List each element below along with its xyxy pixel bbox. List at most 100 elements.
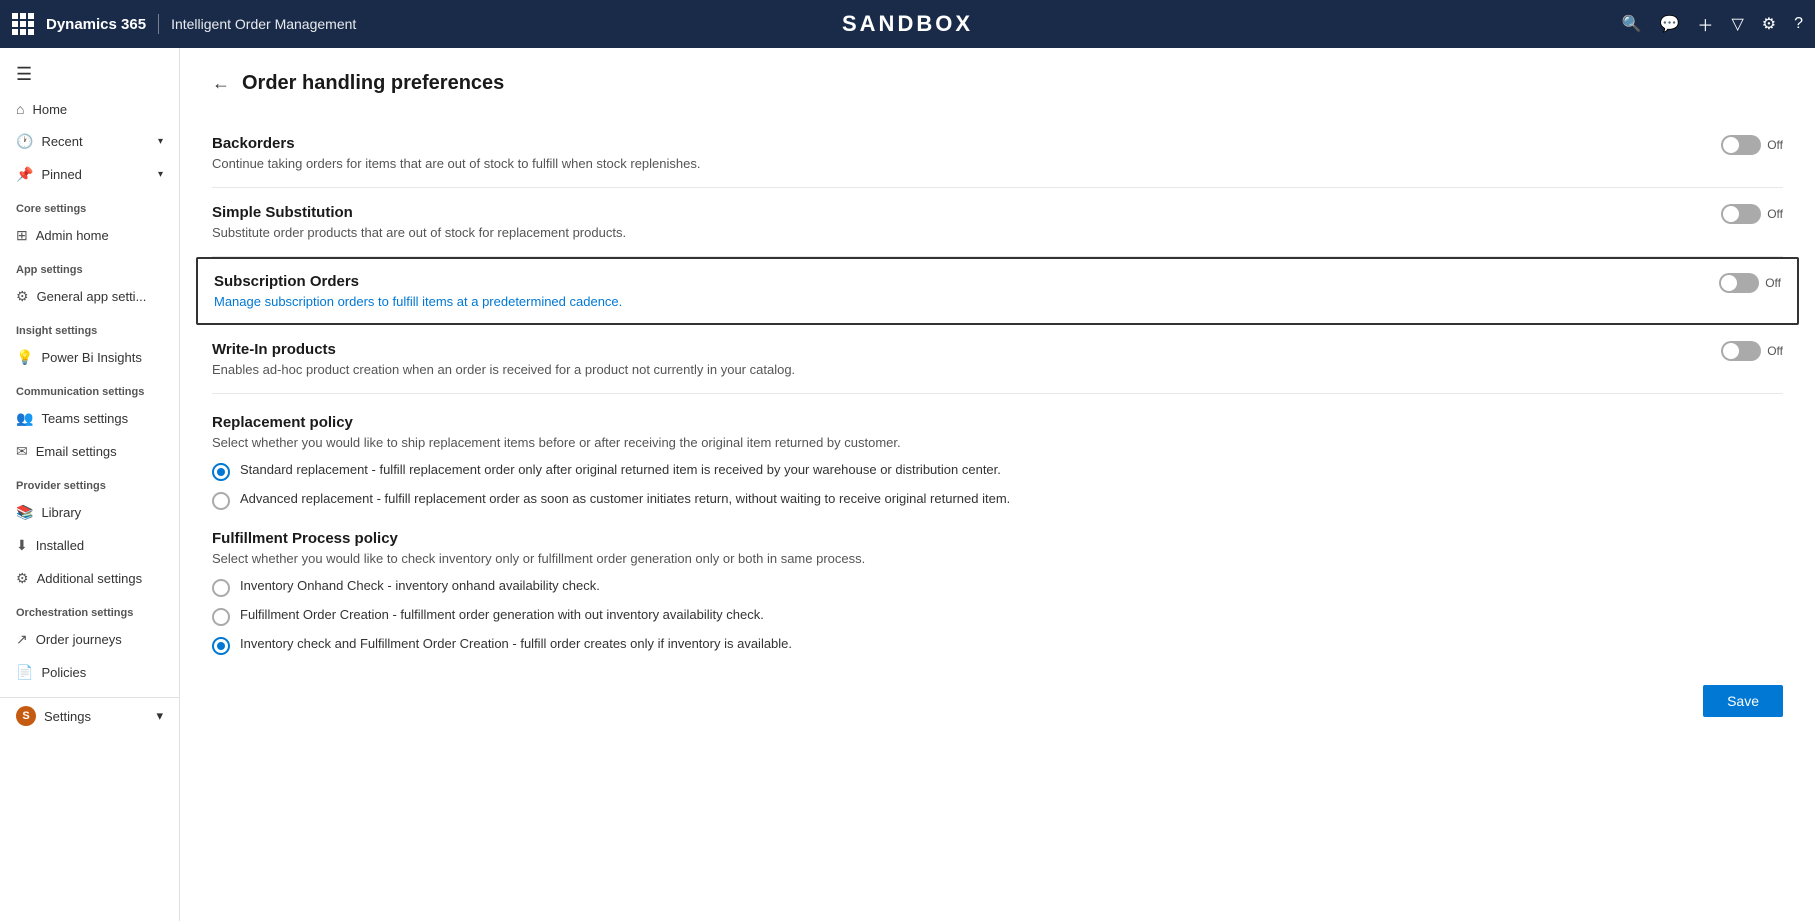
settings-icon[interactable]: ⚙ [1762,14,1776,34]
pin-icon: 📌 [16,166,33,183]
sidebar-item-order-journeys[interactable]: ↗ Order journeys [0,623,179,656]
subscription-orders-desc: Manage subscription orders to fulfill it… [214,294,1699,309]
gear-icon: ⚙ [16,288,29,305]
policies-icon: 📄 [16,664,33,681]
sidebar-item-general-app[interactable]: ⚙ General app setti... [0,280,179,313]
backorders-toggle-group: Off [1721,135,1783,155]
search-icon[interactable]: 🔍 [1622,14,1642,34]
replacement-standard-label: Standard replacement - fulfill replaceme… [240,462,1001,477]
sidebar-item-recent[interactable]: 🕐 Recent ▾ [0,125,179,158]
fulfillment-inventory-check-option: Inventory Onhand Check - inventory onhan… [212,578,1783,597]
sidebar-item-home[interactable]: ⌂ Home [0,93,179,125]
hamburger-menu[interactable]: ☰ [0,56,179,93]
recent-icon: 🕐 [16,133,33,150]
main-content: ← Order handling preferences Backorders … [180,48,1815,921]
fulfillment-order-creation-radio[interactable] [212,608,230,626]
email-icon: ✉ [16,443,28,460]
comm-settings-header: Communication settings [0,374,179,402]
sidebar-order-journeys-label: Order journeys [36,632,122,647]
teams-icon: 👥 [16,410,33,427]
backorders-name: Backorders [212,135,1701,152]
write-in-products-toggle-group: Off [1721,341,1783,361]
add-icon[interactable]: ＋ [1697,12,1713,36]
sidebar-item-settings[interactable]: S Settings ▾ [0,697,179,734]
sidebar-policies-label: Policies [41,665,86,680]
app-settings-header: App settings [0,252,179,280]
fulfillment-both-option: Inventory check and Fulfillment Order Cr… [212,636,1783,655]
simple-substitution-toggle-label: Off [1767,207,1783,221]
home-icon: ⌂ [16,101,24,117]
sidebar-library-label: Library [41,505,81,520]
additional-icon: ⚙ [16,570,29,587]
replacement-advanced-option: Advanced replacement - fulfill replaceme… [212,491,1783,510]
sidebar-item-installed[interactable]: ⬇ Installed [0,529,179,562]
sidebar-email-label: Email settings [36,444,117,459]
nav-divider [158,14,159,34]
write-in-products-toggle[interactable] [1721,341,1761,361]
fulfillment-policy-title: Fulfillment Process policy [212,530,1783,547]
save-button[interactable]: Save [1703,685,1783,717]
chevron-up-icon: ▾ [156,708,163,724]
fulfillment-both-radio[interactable] [212,637,230,655]
brand-name[interactable]: Dynamics 365 [46,16,146,33]
subscription-orders-toggle[interactable] [1719,273,1759,293]
sidebar-general-app-label: General app setti... [37,289,147,304]
subscription-orders-setting: Subscription Orders Manage subscription … [196,257,1799,325]
sidebar: ☰ ⌂ Home 🕐 Recent ▾ 📌 Pinned ▾ Core sett… [0,48,180,921]
subscription-orders-name: Subscription Orders [214,273,1699,290]
sidebar-item-power-bi[interactable]: 💡 Power Bi Insights [0,341,179,374]
top-nav: Dynamics 365 Intelligent Order Managemen… [0,0,1815,48]
write-in-products-desc: Enables ad-hoc product creation when an … [212,362,1701,377]
sandbox-label: SANDBOX [842,11,973,37]
sidebar-additional-label: Additional settings [37,571,143,586]
fulfillment-inventory-check-label: Inventory Onhand Check - inventory onhan… [240,578,600,593]
help-icon[interactable]: ? [1794,15,1803,33]
fulfillment-order-creation-option: Fulfillment Order Creation - fulfillment… [212,607,1783,626]
subscription-orders-info: Subscription Orders Manage subscription … [214,273,1699,309]
replacement-standard-radio[interactable] [212,463,230,481]
fulfillment-both-label: Inventory check and Fulfillment Order Cr… [240,636,792,651]
sidebar-item-teams[interactable]: 👥 Teams settings [0,402,179,435]
sidebar-item-library[interactable]: 📚 Library [0,496,179,529]
sidebar-item-email[interactable]: ✉ Email settings [0,435,179,468]
replacement-advanced-radio[interactable] [212,492,230,510]
save-button-container: Save [212,665,1783,727]
fulfillment-order-creation-label: Fulfillment Order Creation - fulfillment… [240,607,764,622]
sidebar-installed-label: Installed [36,538,84,553]
back-button[interactable]: ← [212,73,230,94]
replacement-policy-title: Replacement policy [212,414,1783,431]
settings-badge: S [16,706,36,726]
backorders-info: Backorders Continue taking orders for it… [212,135,1701,171]
sidebar-item-pinned[interactable]: 📌 Pinned ▾ [0,158,179,191]
admin-icon: ⊞ [16,227,28,244]
write-in-products-setting: Write-In products Enables ad-hoc product… [212,325,1783,394]
replacement-advanced-label: Advanced replacement - fulfill replaceme… [240,491,1010,506]
page-title: Order handling preferences [242,72,504,95]
app-launcher-icon[interactable] [12,13,34,35]
backorders-setting: Backorders Continue taking orders for it… [212,119,1783,188]
journey-icon: ↗ [16,631,28,648]
chat-icon[interactable]: 💬 [1660,14,1680,34]
simple-substitution-toggle[interactable] [1721,204,1761,224]
sidebar-item-additional[interactable]: ⚙ Additional settings [0,562,179,595]
module-name: Intelligent Order Management [171,16,356,32]
replacement-policy-desc: Select whether you would like to ship re… [212,435,1783,450]
sidebar-item-policies[interactable]: 📄 Policies [0,656,179,689]
filter-icon[interactable]: ▽ [1731,14,1743,34]
write-in-products-info: Write-In products Enables ad-hoc product… [212,341,1701,377]
orchestration-settings-header: Orchestration settings [0,595,179,623]
backorders-toggle[interactable] [1721,135,1761,155]
installed-icon: ⬇ [16,537,28,554]
sidebar-admin-home-label: Admin home [36,228,109,243]
sidebar-recent-label: Recent [41,134,82,149]
fulfillment-inventory-check-radio[interactable] [212,579,230,597]
write-in-products-toggle-label: Off [1767,344,1783,358]
simple-substitution-name: Simple Substitution [212,204,1701,221]
sidebar-home-label: Home [32,102,67,117]
sidebar-item-admin-home[interactable]: ⊞ Admin home [0,219,179,252]
insight-icon: 💡 [16,349,33,366]
simple-substitution-setting: Simple Substitution Substitute order pro… [212,188,1783,257]
write-in-products-name: Write-In products [212,341,1701,358]
subscription-orders-toggle-group: Off [1719,273,1781,293]
simple-substitution-desc: Substitute order products that are out o… [212,225,1701,240]
